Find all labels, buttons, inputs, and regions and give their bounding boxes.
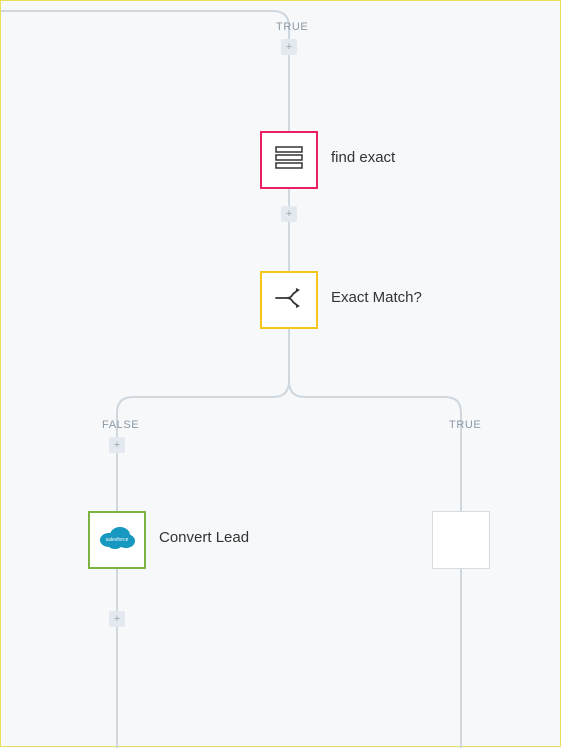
flow-canvas: TRUE + find exact + Exact Match? FALSE +… (1, 1, 560, 746)
node-convert-lead[interactable]: salesforce (88, 511, 146, 569)
svg-text:salesforce: salesforce (106, 537, 129, 543)
list-icon (274, 145, 304, 176)
connector-lines (1, 1, 561, 748)
add-step-button-mid[interactable]: + (281, 206, 297, 222)
branch-label-true: TRUE (449, 419, 481, 431)
node-find-exact[interactable] (260, 131, 318, 189)
branch-label-top-true: TRUE (276, 21, 308, 33)
branch-icon (273, 284, 305, 317)
add-step-button-top[interactable]: + (281, 39, 297, 55)
add-step-button-left[interactable]: + (109, 437, 125, 453)
node-convert-lead-label: Convert Lead (159, 529, 249, 546)
salesforce-icon: salesforce (96, 523, 138, 558)
node-find-exact-label: find exact (331, 149, 395, 166)
node-right-empty[interactable] (432, 511, 490, 569)
node-exact-match-label: Exact Match? (331, 289, 422, 306)
branch-label-false: FALSE (102, 419, 139, 431)
add-step-button-below-convert[interactable]: + (109, 611, 125, 627)
node-exact-match[interactable] (260, 271, 318, 329)
